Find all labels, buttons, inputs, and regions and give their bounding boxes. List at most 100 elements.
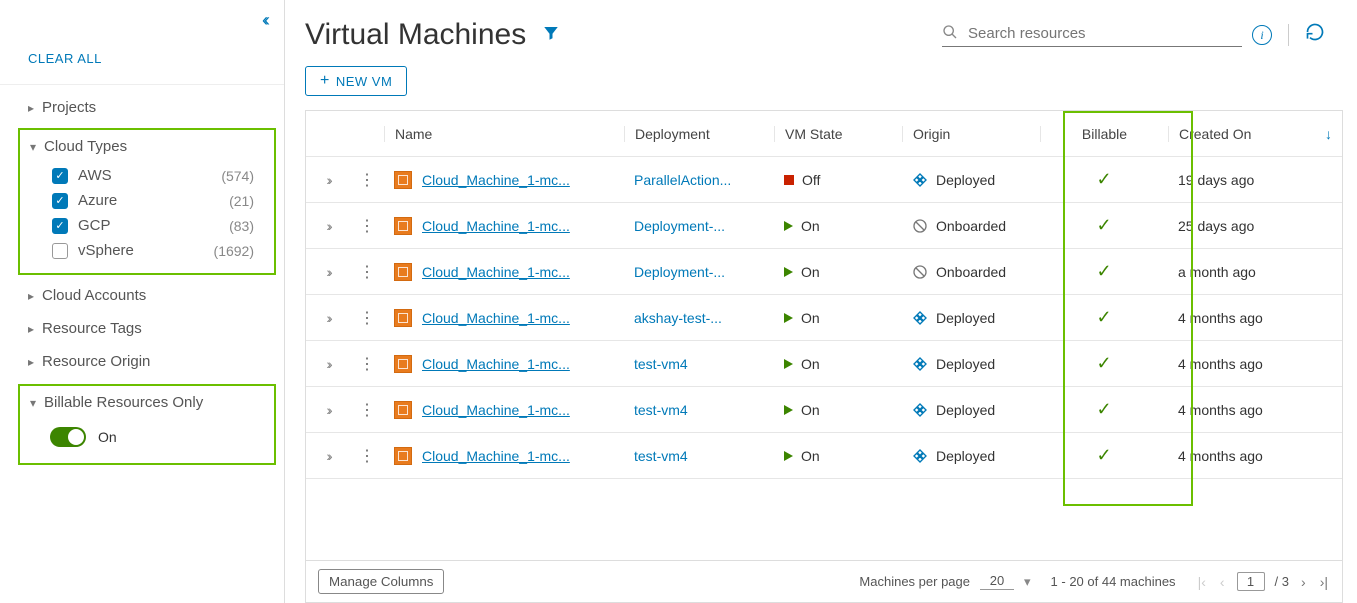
deployment-link[interactable]: Deployment-... xyxy=(634,264,725,280)
main-content: Virtual Machines i + NEW VM Name Deploym xyxy=(285,0,1357,603)
row-menu-icon[interactable]: ⋮ xyxy=(359,170,375,190)
filter-label: Projects xyxy=(42,99,96,116)
filter-cloud-accounts[interactable]: ▸ Cloud Accounts xyxy=(0,279,284,312)
check-icon: ✓ xyxy=(1096,169,1111,190)
origin-icon xyxy=(912,448,928,464)
expand-row-icon[interactable]: ›› xyxy=(326,402,329,418)
expand-row-icon[interactable]: ›› xyxy=(326,218,329,234)
filter-resource-tags[interactable]: ▸ Resource Tags xyxy=(0,312,284,345)
vm-name-link[interactable]: Cloud_Machine_1-mc... xyxy=(422,310,570,326)
option-count: (21) xyxy=(229,193,254,209)
state-label: On xyxy=(801,310,820,326)
col-deployment[interactable]: Deployment xyxy=(624,126,774,142)
state-icon xyxy=(784,359,793,369)
origin-icon xyxy=(912,172,928,188)
vm-icon xyxy=(394,171,412,189)
expand-row-icon[interactable]: ›› xyxy=(326,310,329,326)
table-footer: Manage Columns Machines per page ▾ 1 - 2… xyxy=(306,560,1342,602)
option-count: (83) xyxy=(229,218,254,234)
deployment-link[interactable]: test-vm4 xyxy=(634,356,688,372)
origin-icon xyxy=(912,356,928,372)
billable-toggle[interactable] xyxy=(50,427,86,447)
check-icon: ✓ xyxy=(1096,307,1111,328)
check-icon: ✓ xyxy=(1096,353,1111,374)
chevron-right-icon: ▸ xyxy=(28,101,42,115)
filter-label: Resource Origin xyxy=(42,353,150,370)
expand-row-icon[interactable]: ›› xyxy=(326,356,329,372)
cloud-type-option[interactable]: ✓ GCP (83) xyxy=(20,213,274,238)
per-page-label: Machines per page xyxy=(859,574,970,589)
row-menu-icon[interactable]: ⋮ xyxy=(359,446,375,466)
filter-billable-only[interactable]: ▾ Billable Resources Only xyxy=(20,386,274,419)
col-origin[interactable]: Origin xyxy=(902,126,1040,142)
search-input[interactable] xyxy=(964,23,1242,44)
chevron-down-icon: ▾ xyxy=(30,140,44,154)
deployment-link[interactable]: Deployment-... xyxy=(634,218,725,234)
filter-resource-origin[interactable]: ▸ Resource Origin xyxy=(0,345,284,378)
created-label: 4 months ago xyxy=(1178,402,1263,418)
check-icon: ✓ xyxy=(1096,261,1111,282)
vm-name-link[interactable]: Cloud_Machine_1-mc... xyxy=(422,448,570,464)
state-icon xyxy=(784,267,793,277)
col-created[interactable]: Created On ↓ xyxy=(1168,126,1342,142)
filter-cloud-types[interactable]: ▾ Cloud Types xyxy=(20,130,274,163)
origin-icon xyxy=(912,310,928,326)
filter-icon[interactable] xyxy=(542,24,560,47)
deployment-link[interactable]: test-vm4 xyxy=(634,402,688,418)
plus-icon: + xyxy=(320,72,330,90)
filter-projects[interactable]: ▸ Projects xyxy=(0,91,284,124)
table-row: ›› ⋮ Cloud_Machine_1-mc... Deployment-..… xyxy=(306,203,1342,249)
next-page-icon[interactable]: › xyxy=(1299,574,1308,590)
new-vm-button[interactable]: + NEW VM xyxy=(305,66,407,96)
state-label: On xyxy=(801,264,820,280)
row-menu-icon[interactable]: ⋮ xyxy=(359,216,375,236)
expand-row-icon[interactable]: ›› xyxy=(326,264,329,280)
row-menu-icon[interactable]: ⋮ xyxy=(359,262,375,282)
state-label: On xyxy=(801,402,820,418)
cloud-type-option[interactable]: vSphere (1692) xyxy=(20,238,274,263)
search-box[interactable] xyxy=(942,23,1242,47)
per-page-select[interactable] xyxy=(980,573,1014,590)
vm-name-link[interactable]: Cloud_Machine_1-mc... xyxy=(422,172,570,188)
row-menu-icon[interactable]: ⋮ xyxy=(359,354,375,374)
dropdown-icon[interactable]: ▾ xyxy=(1024,574,1031,590)
table-header: Name Deployment VM State Origin Billable… xyxy=(306,111,1342,157)
clear-all-button[interactable]: CLEAR ALL xyxy=(0,37,284,85)
divider xyxy=(1288,24,1289,46)
expand-row-icon[interactable]: ›› xyxy=(326,172,329,188)
state-icon xyxy=(784,313,793,323)
vm-name-link[interactable]: Cloud_Machine_1-mc... xyxy=(422,218,570,234)
vm-name-link[interactable]: Cloud_Machine_1-mc... xyxy=(422,356,570,372)
row-menu-icon[interactable]: ⋮ xyxy=(359,308,375,328)
vm-name-link[interactable]: Cloud_Machine_1-mc... xyxy=(422,264,570,280)
cloud-type-option[interactable]: ✓ AWS (574) xyxy=(20,163,274,188)
vm-name-link[interactable]: Cloud_Machine_1-mc... xyxy=(422,402,570,418)
refresh-icon[interactable] xyxy=(1305,22,1325,48)
vm-table: Name Deployment VM State Origin Billable… xyxy=(305,110,1343,603)
col-billable[interactable]: Billable xyxy=(1040,126,1168,142)
col-state[interactable]: VM State xyxy=(774,126,902,142)
cloud-type-option[interactable]: ✓ Azure (21) xyxy=(20,188,274,213)
button-label: NEW VM xyxy=(336,74,392,89)
option-label: GCP xyxy=(78,217,229,234)
manage-columns-button[interactable]: Manage Columns xyxy=(318,569,444,594)
info-icon[interactable]: i xyxy=(1252,25,1272,45)
collapse-sidebar-icon[interactable]: ‹‹ xyxy=(262,10,266,31)
col-label: Created On xyxy=(1179,126,1251,142)
filter-label: Billable Resources Only xyxy=(44,394,203,411)
prev-page-icon[interactable]: ‹ xyxy=(1218,574,1227,590)
toggle-label: On xyxy=(98,429,117,445)
last-page-icon[interactable]: ›| xyxy=(1318,574,1330,590)
deployment-link[interactable]: akshay-test-... xyxy=(634,310,722,326)
page-input[interactable] xyxy=(1237,572,1265,591)
col-name[interactable]: Name xyxy=(384,126,624,142)
vm-icon xyxy=(394,309,412,327)
deployment-link[interactable]: ParallelAction... xyxy=(634,172,731,188)
origin-icon xyxy=(912,218,928,234)
row-menu-icon[interactable]: ⋮ xyxy=(359,400,375,420)
expand-row-icon[interactable]: ›› xyxy=(326,448,329,464)
deployment-link[interactable]: test-vm4 xyxy=(634,448,688,464)
option-count: (1692) xyxy=(214,243,254,259)
first-page-icon[interactable]: |‹ xyxy=(1196,574,1208,590)
created-label: 19 days ago xyxy=(1178,172,1254,188)
